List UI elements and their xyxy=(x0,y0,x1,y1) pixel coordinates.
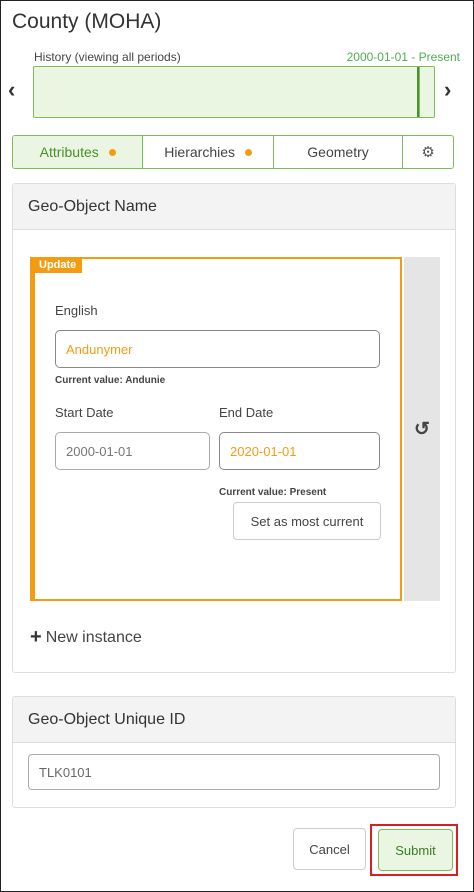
undo-icon[interactable]: ↺ xyxy=(414,418,430,441)
tab-geometry[interactable]: Geometry xyxy=(274,136,404,168)
geo-object-name-header: Geo-Object Name xyxy=(13,184,455,230)
name-input[interactable]: Andunymer xyxy=(55,330,380,368)
tab-geometry-label: Geometry xyxy=(307,144,369,160)
tab-bar: Attributes Hierarchies Geometry ⚙ xyxy=(12,135,454,169)
update-card: Update English Andunymer Current value: … xyxy=(30,257,402,601)
geo-object-id-header: Geo-Object Unique ID xyxy=(13,697,455,743)
history-timeline[interactable] xyxy=(33,66,435,118)
page-title: County (MOHA) xyxy=(12,10,162,33)
tab-attributes[interactable]: Attributes xyxy=(13,136,144,168)
timeline-endcap xyxy=(419,67,434,117)
undo-sidebar[interactable]: ↺ xyxy=(404,257,440,601)
unique-id-input[interactable]: TLK0101 xyxy=(28,754,440,790)
geo-object-name-panel: Geo-Object Name Update English Andunymer… xyxy=(12,183,456,673)
cancel-button[interactable]: Cancel xyxy=(293,828,366,870)
new-instance-button[interactable]: + New instance xyxy=(30,626,142,649)
plus-icon: + xyxy=(30,626,42,648)
chevron-left-icon[interactable]: ‹ xyxy=(8,77,15,103)
chevron-right-icon[interactable]: › xyxy=(444,77,451,103)
tab-attributes-label: Attributes xyxy=(39,144,99,160)
tab-settings[interactable]: ⚙ xyxy=(403,136,453,168)
history-range: 2000-01-01 - Present xyxy=(346,50,460,64)
submit-button[interactable]: Submit xyxy=(378,829,453,871)
history-label: History (viewing all periods) xyxy=(34,50,181,64)
start-date-input[interactable]: 2000-01-01 xyxy=(55,432,210,470)
gear-icon: ⚙ xyxy=(421,144,435,161)
english-label: English xyxy=(55,303,98,318)
update-badge: Update xyxy=(33,257,83,273)
end-current-value: Current value: Present xyxy=(219,487,327,498)
tab-hierarchies[interactable]: Hierarchies xyxy=(143,136,274,168)
changes-dot-icon xyxy=(108,148,116,156)
tab-hierarchies-label: Hierarchies xyxy=(164,144,236,160)
new-instance-label: New instance xyxy=(45,628,142,646)
geo-object-id-panel: Geo-Object Unique ID TLK0101 xyxy=(12,696,456,808)
end-date-label: End Date xyxy=(219,405,274,420)
end-date-input[interactable]: 2020-01-01 xyxy=(219,432,380,470)
changes-dot-icon xyxy=(245,148,253,156)
name-current-value: Current value: Andunie xyxy=(55,375,166,386)
start-date-label: Start Date xyxy=(55,405,114,420)
set-most-current-button[interactable]: Set as most current xyxy=(233,502,381,540)
